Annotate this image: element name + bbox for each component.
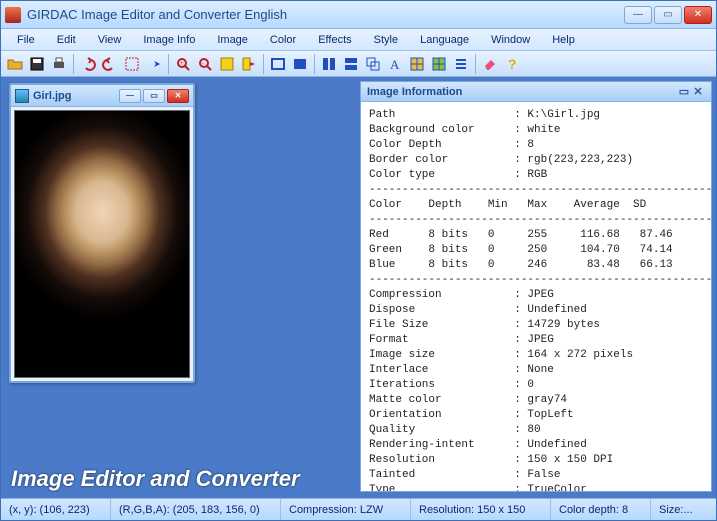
statusbar: (x, y): (106, 223) (R,G,B,A): (205, 183,…	[1, 498, 716, 520]
svg-text:+: +	[180, 61, 184, 67]
menu-color[interactable]: Color	[260, 32, 306, 48]
menu-effects[interactable]: Effects	[308, 32, 361, 48]
menu-file[interactable]: File	[7, 32, 45, 48]
image-information-panel: Image Information ▭ ✕ Path : K:\Girl.jpg…	[360, 81, 712, 492]
status-resolution: Resolution: 150 x 150	[411, 499, 551, 520]
status-rgba: (R,G,B,A): (205, 183, 156, 0)	[111, 499, 281, 520]
menu-edit[interactable]: Edit	[47, 32, 86, 48]
menu-view[interactable]: View	[88, 32, 132, 48]
image-information-titlebar[interactable]: Image Information ▭ ✕	[361, 82, 711, 102]
rect-fill-icon[interactable]	[290, 54, 310, 74]
brand-watermark: Image Editor and Converter	[11, 466, 300, 492]
redo-icon[interactable]	[100, 54, 120, 74]
svg-text:?: ?	[508, 56, 517, 72]
zoom-out-icon[interactable]: -	[195, 54, 215, 74]
status-colordepth: Color depth: 8	[551, 499, 651, 520]
print-icon[interactable]	[49, 54, 69, 74]
image-close-button[interactable]: ✕	[167, 89, 189, 103]
image-window-titlebar[interactable]: Girl.jpg — ▭ ✕	[11, 85, 193, 107]
image-minimize-button[interactable]: —	[119, 89, 141, 103]
photo-content	[14, 110, 190, 378]
app-icon	[5, 7, 21, 23]
bars-icon[interactable]	[451, 54, 471, 74]
titlebar[interactable]: GIRDAC Image Editor and Converter Englis…	[1, 1, 716, 29]
grid1-icon[interactable]	[407, 54, 427, 74]
panel-restore-icon[interactable]: ▭	[677, 85, 691, 98]
menu-language[interactable]: Language	[410, 32, 479, 48]
menu-help[interactable]: Help	[542, 32, 585, 48]
status-size: Size:...	[651, 499, 716, 520]
window-title: GIRDAC Image Editor and Converter Englis…	[27, 7, 624, 22]
undo-icon[interactable]	[78, 54, 98, 74]
menubar: File Edit View Image Info Image Color Ef…	[1, 29, 716, 51]
status-xy: (x, y): (106, 223)	[1, 499, 111, 520]
image-file-icon	[15, 89, 29, 103]
app-window: GIRDAC Image Editor and Converter Englis…	[0, 0, 717, 521]
select-icon[interactable]	[122, 54, 142, 74]
panel-close-icon[interactable]: ✕	[691, 85, 705, 98]
save-icon[interactable]	[27, 54, 47, 74]
rect-icon[interactable]	[268, 54, 288, 74]
toolbar: + - A ?	[1, 51, 716, 77]
open-icon[interactable]	[5, 54, 25, 74]
grid2-icon[interactable]	[429, 54, 449, 74]
image-information-title: Image Information	[367, 86, 462, 98]
text-icon[interactable]: A	[385, 54, 405, 74]
zoom-in-icon[interactable]: +	[173, 54, 193, 74]
help-icon[interactable]: ?	[502, 54, 522, 74]
svg-text:A: A	[390, 57, 400, 72]
cascade-icon[interactable]	[363, 54, 383, 74]
erase-icon[interactable]	[480, 54, 500, 74]
menu-imageinfo[interactable]: Image Info	[133, 32, 205, 48]
menu-window[interactable]: Window	[481, 32, 540, 48]
arrow-icon[interactable]	[144, 54, 164, 74]
image-maximize-button[interactable]: ▭	[143, 89, 165, 103]
status-compression: Compression: LZW	[281, 499, 411, 520]
image-window[interactable]: Girl.jpg — ▭ ✕	[9, 83, 195, 383]
close-button[interactable]: ✕	[684, 6, 712, 24]
image-information-body: Path : K:\Girl.jpg Background color : wh…	[361, 102, 711, 491]
menu-style[interactable]: Style	[364, 32, 408, 48]
exit-icon[interactable]	[239, 54, 259, 74]
svg-text:-: -	[202, 61, 204, 67]
window-yellow-icon[interactable]	[217, 54, 237, 74]
maximize-button[interactable]: ▭	[654, 6, 682, 24]
image-canvas-area[interactable]	[11, 107, 193, 381]
window-controls: — ▭ ✕	[624, 6, 712, 24]
image-window-title: Girl.jpg	[33, 90, 115, 102]
minimize-button[interactable]: —	[624, 6, 652, 24]
tile-h-icon[interactable]	[319, 54, 339, 74]
tile-v-icon[interactable]	[341, 54, 361, 74]
workspace: Girl.jpg — ▭ ✕ Image Editor and Converte…	[1, 77, 716, 498]
menu-image[interactable]: Image	[207, 32, 258, 48]
